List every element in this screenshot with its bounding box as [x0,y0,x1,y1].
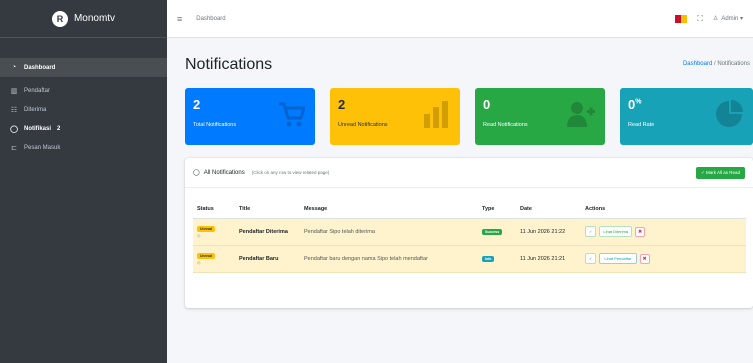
box-label: Total Notifications [193,122,237,128]
table-header-row: Status Title Message Type Date Actions [193,200,746,219]
mark-read-button[interactable]: ✓ [585,225,597,238]
breadcrumb: Dashboard / Notifications [683,61,750,67]
breadcrumb-current: Notifications [717,61,750,67]
flag-stripe-yellow [681,14,688,23]
column-header-type: Type [478,200,516,219]
sidebar-item-diterima[interactable]: ☷ Diterima [0,100,167,119]
type-badge: Info [482,255,495,262]
delete-button[interactable]: ✖ [639,253,650,264]
status-badge: Unread [197,252,216,259]
box-label: Read Notifications [483,122,528,128]
fullscreen-icon[interactable]: ⛶ [697,14,703,24]
row-date: 11 Jun 2026 21:21 [516,245,581,273]
user-label: Admin ▾ [721,16,743,22]
notifications-card: ◯ All Notifications (Click on any row to… [185,158,753,308]
type-badge: Success [482,228,503,235]
top-navbar: ≡ Dashboard ⛶ ♙ Admin ▾ [167,0,753,38]
row-date: 11 Jun 2026 21:22 [516,218,581,246]
sidebar-nav: ◔ Dashboard ▥ Pendaftar ☷ Diterima ◯ Not… [0,38,167,157]
language-flag-icon[interactable] [675,14,688,23]
bell-icon: ◯ [193,170,200,176]
mark-read-button[interactable]: ✓ [585,252,597,265]
hamburger-menu-icon[interactable]: ≡ [177,14,182,24]
row-message: Pendaftar Sipo telah diterima [300,218,478,246]
sidebar-item-pesan-masuk[interactable]: ⊏ Pesan Masuk [0,138,167,157]
read-notifications-box: 0 Read Notifications [475,88,605,145]
sidebar-item-label: Notifikasi [24,125,52,132]
inbox-icon: ⊏ [11,144,17,152]
bars-icon [424,101,448,128]
card-subtitle: (Click on any row to view related page) [251,170,330,175]
total-notifications-box: 2 Total Notifications [185,88,315,145]
delete-button[interactable]: ✖ [635,226,646,237]
sidebar-item-pendaftar[interactable]: ▥ Pendaftar [0,81,167,100]
dashboard-icon: ◔ [11,64,17,71]
brand-link[interactable]: R Monomtv [0,0,167,38]
row-title: Pendaftar Baru [235,245,300,273]
brand-logo-icon: R [51,10,68,27]
breadcrumb-separator: / [713,61,716,67]
view-link-button[interactable]: Lihat Pendaftar [599,252,637,265]
table-row[interactable]: Unread ◎ Pendaftar Baru Pendaftar baru d… [193,245,746,273]
box-value: 0 [483,97,491,112]
sidebar: R Monomtv ◔ Dashboard ▥ Pendaftar ☷ Dite… [0,0,167,363]
card-header: ◯ All Notifications (Click on any row to… [185,158,753,188]
breadcrumb-home-link[interactable]: Dashboard [683,61,712,67]
table-row[interactable]: Unread ◎ Pendaftar Diterima Pendaftar Si… [193,218,746,246]
user-plus-icon [567,102,595,127]
unread-notifications-box: 2 Unread Notifications [330,88,460,145]
page-title: Notifications [185,56,273,73]
pie-icon [716,100,743,127]
sidebar-item-dashboard[interactable]: ◔ Dashboard [0,58,167,77]
sidebar-item-label: Pesan Masuk [24,144,61,151]
brand-name: Monomtv [73,13,116,24]
box-value: 2 [193,97,201,112]
bell-icon: ◯ [10,125,18,133]
box-value: 2 [338,97,346,112]
sidebar-item-label: Dashboard [24,64,56,71]
column-header-status: Status [193,200,235,219]
sidebar-item-label: Diterima [24,106,47,113]
cart-icon [279,102,305,127]
box-value: 0% [628,97,642,112]
sidebar-item-label: Pendaftar [24,87,51,94]
unread-dot-icon: ◎ [197,259,201,265]
mark-all-read-button[interactable]: ✓ Mark All as Read [695,166,745,179]
user-menu[interactable]: ♙ Admin ▾ [713,15,743,22]
status-badge: Unread [197,225,216,232]
column-header-date: Date [516,200,581,219]
box-label: Unread Notifications [338,122,388,128]
card-title: All Notifications [203,169,245,176]
notifications-table: Status Title Message Type Date Actions U… [193,200,746,273]
read-rate-box: 0% Read Rate [620,88,753,145]
column-header-actions: Actions [581,200,746,219]
row-message: Pendaftar baru dengan nama Sipo telah me… [300,245,478,273]
column-header-message: Message [300,200,478,219]
column-header-title: Title [235,200,300,219]
sidebar-item-notifikasi[interactable]: ◯ Notifikasi 2 [0,119,167,138]
user-icon: ♙ [712,16,719,22]
notification-count-badge: 2 [57,125,61,132]
list-icon: ☷ [10,106,18,114]
view-link-button[interactable]: Lihat Diterima [599,225,633,238]
unread-dot-icon: ◎ [197,232,201,238]
chart-icon: ▥ [10,87,18,95]
row-title: Pendaftar Diterima [235,218,300,246]
box-label: Read Rate [628,122,655,128]
topbar-crumb[interactable]: Dashboard [196,16,225,22]
